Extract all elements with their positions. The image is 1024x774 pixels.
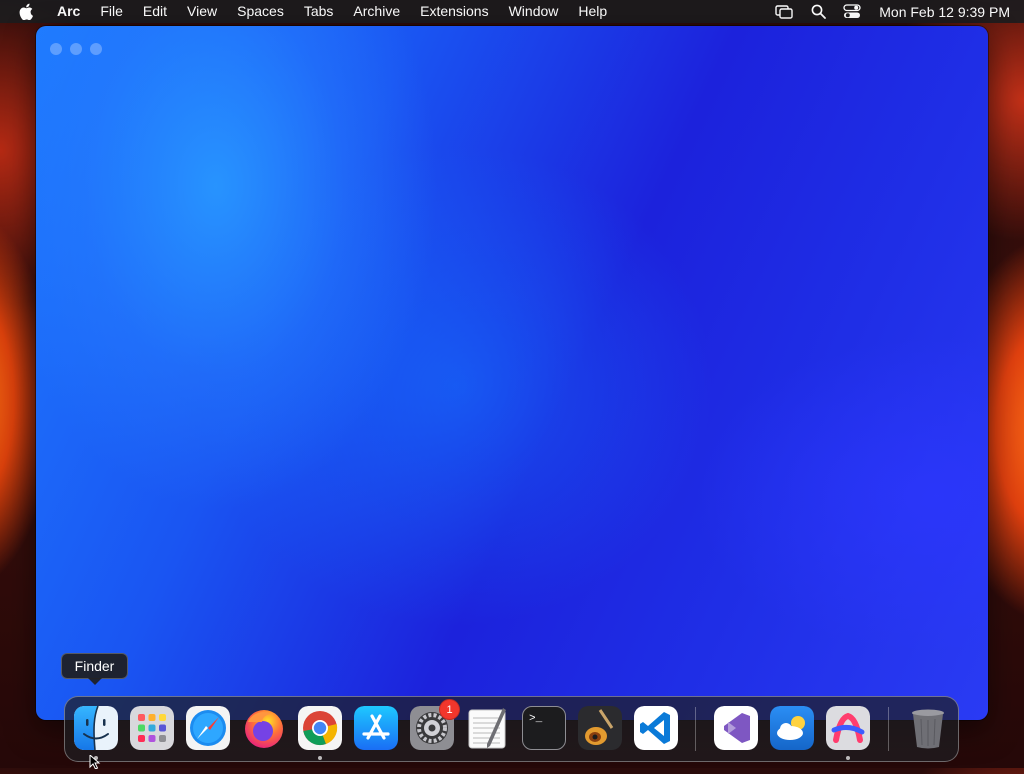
- dock-terminal[interactable]: >_: [522, 706, 566, 750]
- dock-app-store[interactable]: [354, 706, 398, 750]
- weather-icon: [770, 706, 814, 750]
- dock-textedit[interactable]: [466, 706, 510, 750]
- safari-icon: [186, 706, 230, 750]
- dock-firefox[interactable]: [242, 706, 286, 750]
- dock-tooltip: Finder: [61, 653, 128, 679]
- arc-icon: [826, 706, 870, 750]
- arc-running-indicator: [846, 756, 850, 760]
- notification-badge: 1: [439, 699, 460, 720]
- screen-mirroring-icon[interactable]: [774, 3, 794, 21]
- apple-logo-icon[interactable]: [17, 3, 35, 21]
- menu-archive[interactable]: Archive: [343, 0, 410, 23]
- menu-window[interactable]: Window: [499, 0, 569, 23]
- dock-arc[interactable]: [826, 706, 870, 750]
- dock-divider: [695, 707, 696, 751]
- menu-help[interactable]: Help: [568, 0, 617, 23]
- menu-extensions[interactable]: Extensions: [410, 0, 498, 23]
- menu-clock[interactable]: Mon Feb 12 9:39 PM: [879, 4, 1010, 20]
- zoom-window-button[interactable]: [90, 43, 102, 55]
- dock-system-settings[interactable]: 1: [410, 699, 460, 750]
- chrome-icon: [298, 706, 342, 750]
- menu-file[interactable]: File: [90, 0, 133, 23]
- menu-view[interactable]: View: [177, 0, 227, 23]
- app-store-icon: [354, 706, 398, 750]
- menu-edit[interactable]: Edit: [133, 0, 177, 23]
- terminal-icon: >_: [522, 706, 566, 750]
- control-center-icon[interactable]: [842, 3, 862, 21]
- dock-finder[interactable]: [74, 706, 118, 750]
- menu-spaces[interactable]: Spaces: [227, 0, 294, 23]
- dock-divider: [888, 707, 889, 751]
- spotlight-search-icon[interactable]: [808, 3, 828, 21]
- minimize-window-button[interactable]: [70, 43, 82, 55]
- launchpad-icon: [130, 706, 174, 750]
- window-controls: [50, 43, 102, 55]
- menu-bar: Arc File Edit View Spaces Tabs Archive E…: [0, 0, 1024, 23]
- chrome-running-indicator: [318, 756, 322, 760]
- firefox-icon: [242, 706, 286, 750]
- dock: 1 >_: [64, 696, 959, 762]
- dock-tooltip-arrow: [88, 678, 102, 685]
- vscode-icon: [634, 706, 678, 750]
- garageband-icon: [578, 706, 622, 750]
- dock-garageband[interactable]: [578, 706, 622, 750]
- visual-studio-icon: [714, 706, 758, 750]
- finder-icon: [74, 706, 118, 750]
- dock-safari[interactable]: [186, 706, 230, 750]
- mouse-cursor-icon: [89, 753, 101, 770]
- dock-trash[interactable]: [906, 706, 950, 750]
- arc-browser-window[interactable]: [36, 26, 988, 720]
- dock-launchpad[interactable]: [130, 706, 174, 750]
- dock-vscode[interactable]: [634, 706, 678, 750]
- trash-icon: [906, 706, 950, 750]
- textedit-icon: [466, 706, 510, 750]
- menu-app-name[interactable]: Arc: [47, 0, 90, 23]
- close-window-button[interactable]: [50, 43, 62, 55]
- terminal-prompt: >_: [529, 713, 543, 725]
- dock-chrome[interactable]: [298, 706, 342, 750]
- menu-tabs[interactable]: Tabs: [294, 0, 344, 23]
- dock-weather[interactable]: [770, 706, 814, 750]
- dock-visual-studio[interactable]: [714, 706, 758, 750]
